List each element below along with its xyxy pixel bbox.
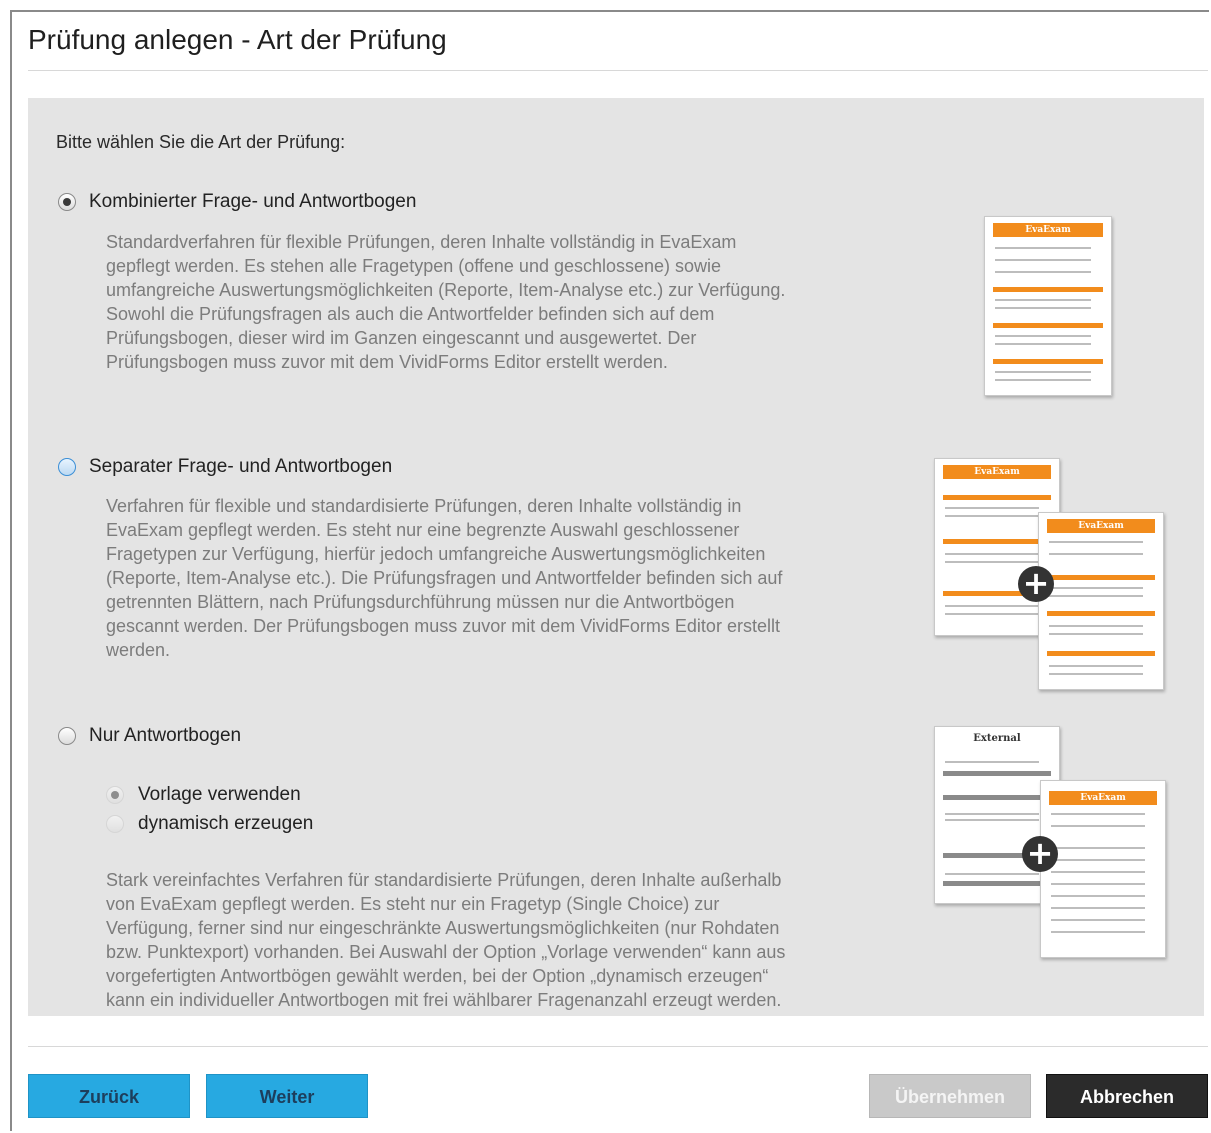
- title-divider: [28, 70, 1208, 71]
- radio-dynamic-generate[interactable]: [106, 815, 124, 833]
- option-combined-description: Standardverfahren für flexible Prüfungen…: [106, 232, 786, 372]
- content-panel: Bitte wählen Sie die Art der Prüfung: Ko…: [28, 98, 1204, 1016]
- suboption-dynamic-generate-label[interactable]: dynamisch erzeugen: [138, 813, 313, 835]
- radio-use-template[interactable]: [106, 786, 124, 804]
- next-button[interactable]: Weiter: [206, 1074, 368, 1118]
- dialog-title: Prüfung anlegen - Art der Prüfung: [28, 24, 447, 55]
- radio-separate[interactable]: [58, 458, 76, 476]
- apply-button[interactable]: Übernehmen: [869, 1074, 1031, 1118]
- option-answer-only-label[interactable]: Nur Antwortbogen: [89, 725, 241, 747]
- option-separate-description: Verfahren für flexible und standardisier…: [106, 496, 783, 660]
- thumb-brand: EvaExam: [1049, 791, 1157, 805]
- thumb-brand: EvaExam: [943, 465, 1051, 479]
- thumb-brand: EvaExam: [1047, 519, 1155, 533]
- plus-icon: +: [1018, 566, 1054, 602]
- plus-icon: +: [1022, 836, 1058, 872]
- thumb-brand: EvaExam: [993, 223, 1103, 237]
- back-button[interactable]: Zurück: [28, 1074, 190, 1118]
- radio-answer-only[interactable]: [58, 727, 76, 745]
- cancel-button[interactable]: Abbrechen: [1046, 1074, 1208, 1118]
- option-separate-label[interactable]: Separater Frage- und Antwortbogen: [89, 456, 392, 478]
- thumb-external-label: External: [973, 733, 1021, 744]
- option-answer-only-description: Stark vereinfachtes Verfahren für standa…: [106, 870, 786, 1010]
- suboption-use-template-label[interactable]: Vorlage verwenden: [138, 784, 301, 806]
- dialog: Prüfung anlegen - Art der Prüfung Bitte …: [10, 10, 1209, 1131]
- prompt-text: Bitte wählen Sie die Art der Prüfung:: [56, 132, 346, 152]
- radio-combined[interactable]: [58, 193, 76, 211]
- option-combined-label[interactable]: Kombinierter Frage- und Antwortbogen: [89, 191, 416, 213]
- footer-divider: [28, 1046, 1208, 1047]
